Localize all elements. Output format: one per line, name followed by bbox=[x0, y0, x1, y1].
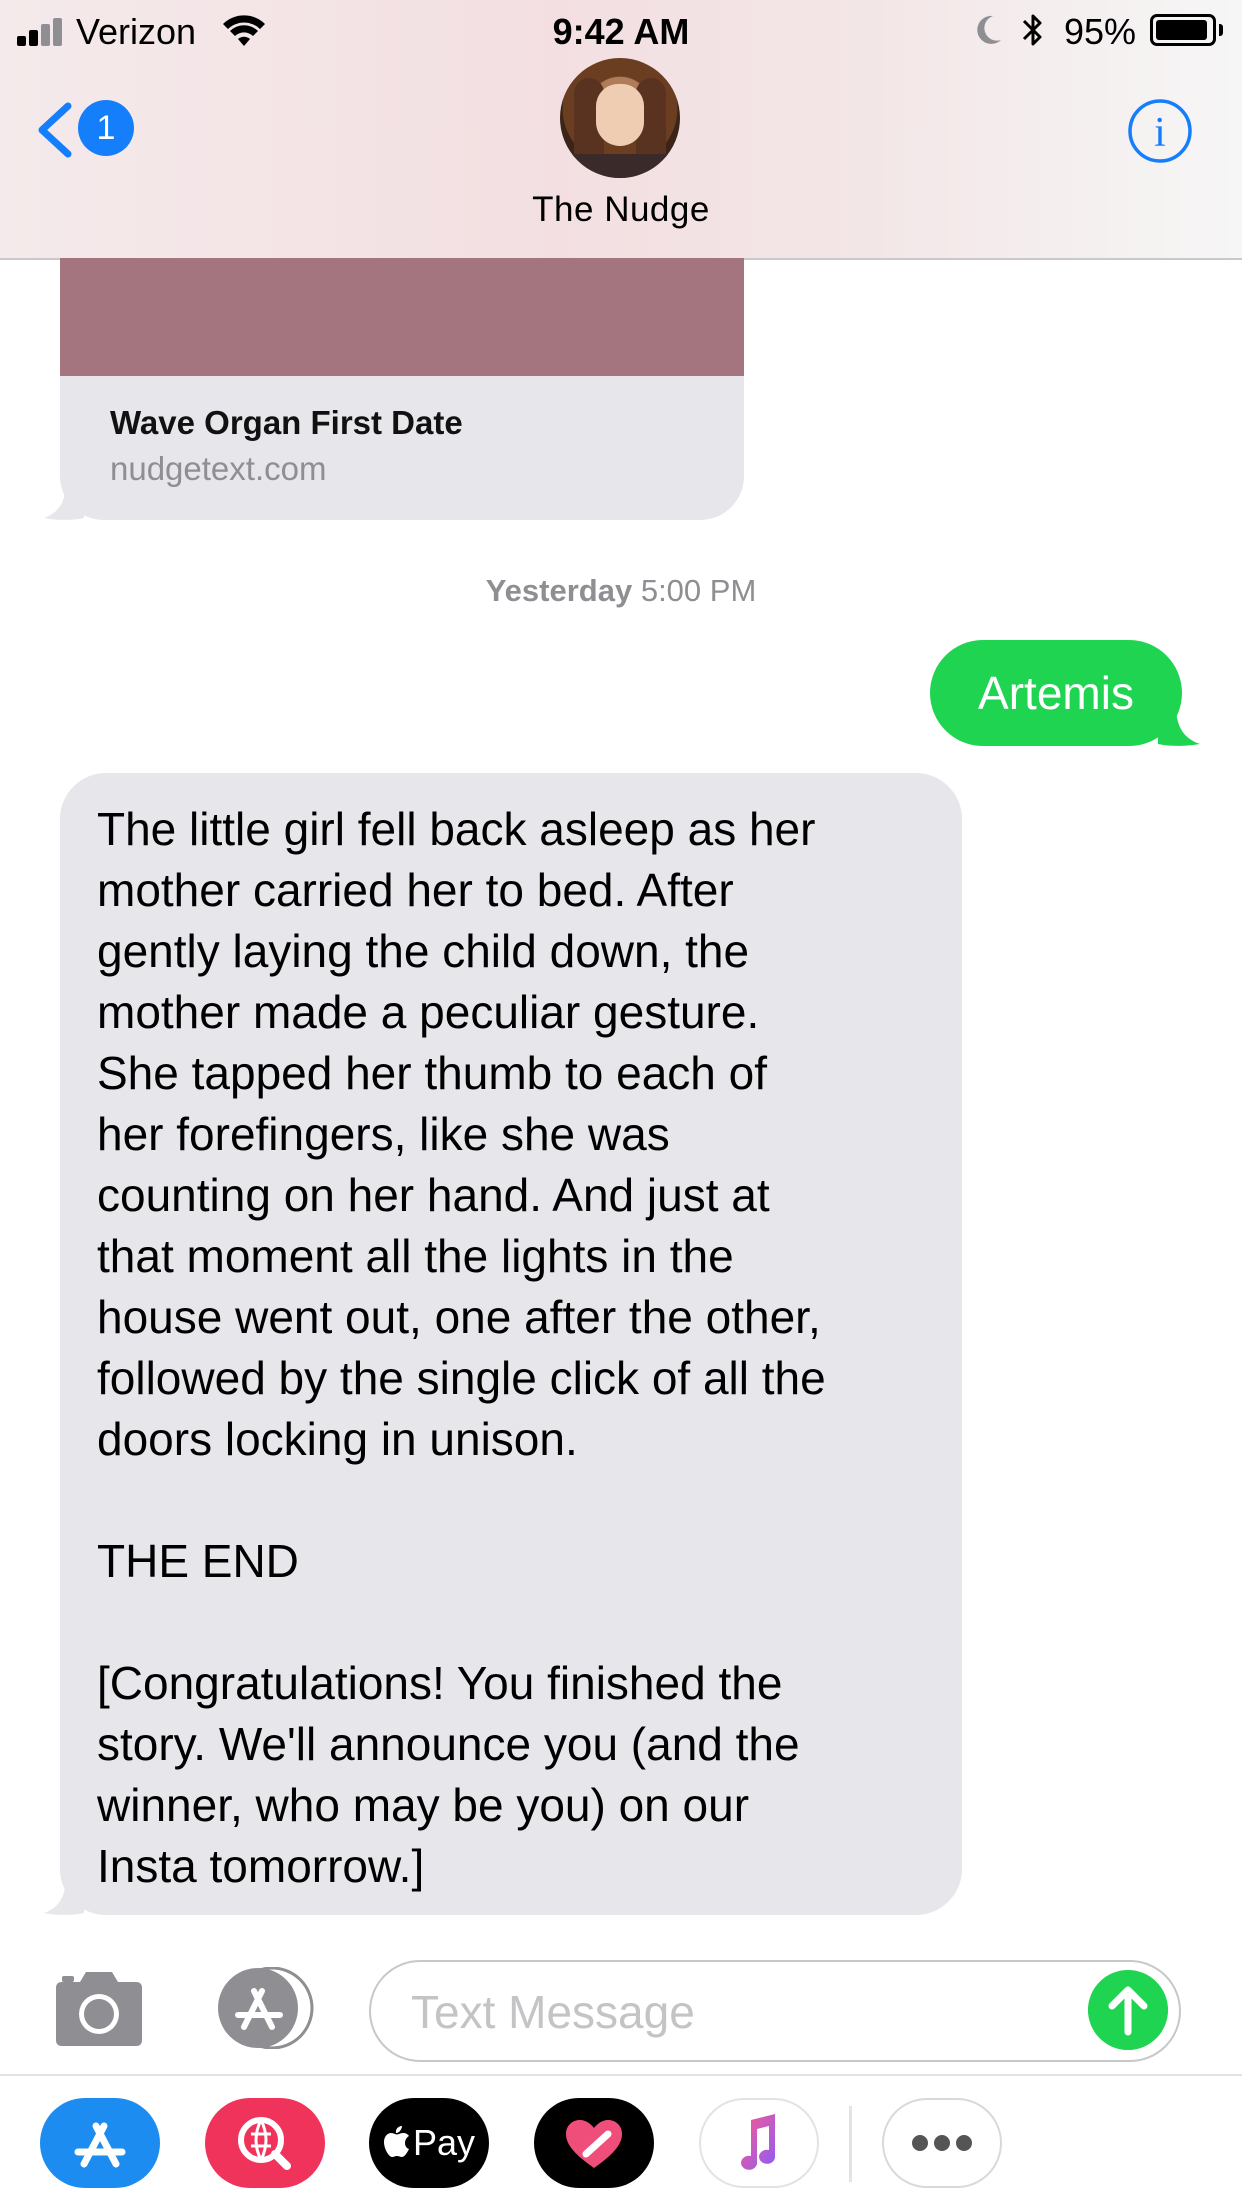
bubble-tail bbox=[44, 481, 84, 520]
contact-name[interactable]: The Nudge bbox=[0, 190, 1242, 230]
apple-pay-icon: Pay bbox=[369, 2098, 489, 2188]
back-chevron-icon[interactable] bbox=[34, 100, 74, 160]
unread-count-badge[interactable]: 1 bbox=[78, 100, 134, 156]
send-button[interactable] bbox=[1088, 1970, 1168, 2050]
do-not-disturb-moon-icon bbox=[977, 15, 1001, 44]
info-icon[interactable]: i bbox=[1127, 98, 1193, 164]
svg-text:i: i bbox=[1154, 110, 1166, 156]
link-preview-card[interactable]: Wave Organ First Date nudgetext.com bbox=[60, 258, 744, 520]
music-icon bbox=[741, 2114, 776, 2170]
drawer-divider bbox=[849, 2106, 852, 2182]
web-search-icon bbox=[238, 2117, 291, 2170]
timestamp-time: 5:00 PM bbox=[640, 573, 757, 608]
digital-touch-icon bbox=[566, 2120, 622, 2168]
link-preview-title: Wave Organ First Date bbox=[110, 404, 463, 441]
link-preview-image bbox=[60, 258, 744, 376]
digital-touch-button[interactable] bbox=[534, 2098, 654, 2188]
battery-tip bbox=[1219, 24, 1223, 36]
app-store-toggle-icon[interactable] bbox=[210, 1967, 318, 2049]
bubble-tail bbox=[1158, 706, 1200, 746]
timestamp-day: Yesterday bbox=[485, 573, 633, 608]
message-timestamp: Yesterday 5:00 PM bbox=[0, 573, 1242, 609]
apple-pay-label: Pay bbox=[412, 2122, 476, 2163]
web-search-app-button[interactable] bbox=[205, 2098, 325, 2188]
received-message-bubble[interactable]: The little girl fell back asleep as her … bbox=[60, 773, 962, 1915]
apple-logo-icon bbox=[383, 2126, 409, 2157]
sent-message-bubble[interactable]: Artemis bbox=[930, 640, 1182, 746]
app-store-icon bbox=[74, 2122, 126, 2168]
bubble-tail bbox=[44, 1876, 84, 1915]
link-preview-url: nudgetext.com bbox=[110, 450, 327, 487]
music-app-button[interactable] bbox=[699, 2098, 819, 2188]
message-input-placeholder: Text Message bbox=[411, 1986, 695, 2038]
contact-avatar[interactable] bbox=[560, 58, 680, 178]
apple-pay-button[interactable]: Pay bbox=[369, 2098, 489, 2188]
bluetooth-icon bbox=[1022, 14, 1042, 46]
status-time: 9:42 AM bbox=[552, 11, 690, 52]
more-apps-button[interactable] bbox=[882, 2098, 1002, 2188]
battery-percent: 95% bbox=[1064, 11, 1137, 52]
more-icon bbox=[912, 2135, 972, 2151]
camera-icon[interactable] bbox=[50, 1970, 148, 2048]
battery-icon bbox=[1150, 14, 1216, 46]
app-store-button[interactable] bbox=[40, 2098, 160, 2188]
